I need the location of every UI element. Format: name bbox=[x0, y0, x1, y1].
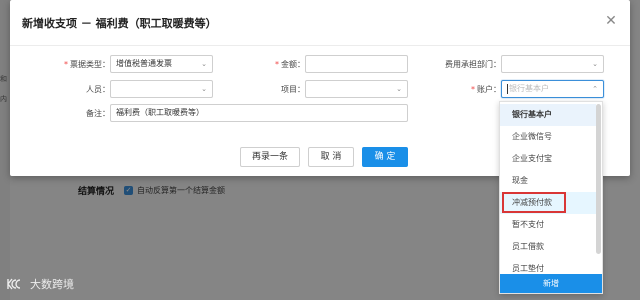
cancel-button[interactable]: 取 消 bbox=[308, 147, 354, 167]
confirm-button[interactable]: 确 定 bbox=[362, 147, 408, 167]
account-label: * 账户： bbox=[471, 85, 501, 94]
invoice-type-select[interactable]: 增值税普通发票 ⌄ bbox=[110, 55, 213, 73]
dropdown-scrollbar[interactable] bbox=[596, 104, 601, 254]
dialog-title: 新增收支项 － 福利费（职工取暖费等） bbox=[22, 17, 217, 30]
watermark: 大数跨境 bbox=[6, 276, 74, 292]
record-another-button[interactable]: 再录一条 bbox=[240, 147, 300, 167]
person-select[interactable]: ⌄ bbox=[110, 80, 213, 98]
watermark-logo-icon bbox=[7, 278, 21, 290]
amount-label: * 金额： bbox=[275, 60, 305, 69]
dropdown-option[interactable]: 员工借款 bbox=[500, 236, 596, 258]
account-placeholder: 银行基本户 bbox=[509, 84, 549, 93]
dropdown-option[interactable]: 企业微信号 bbox=[500, 126, 596, 148]
chevron-down-icon: ⌄ bbox=[201, 60, 207, 68]
project-label: 项目： bbox=[281, 85, 305, 94]
annotation-highlight-box bbox=[502, 192, 566, 213]
add-account-button[interactable]: 新增 bbox=[500, 274, 602, 293]
dropdown-option[interactable]: 现金 bbox=[500, 170, 596, 192]
chevron-down-icon: ⌄ bbox=[396, 85, 402, 93]
chevron-down-icon: ⌄ bbox=[201, 85, 207, 93]
dialog-header: 新增收支项 － 福利费（职工取暖费等） ✕ bbox=[10, 0, 630, 46]
remark-label: 备注： bbox=[86, 109, 110, 118]
chevron-up-icon: ⌃ bbox=[592, 85, 598, 93]
remark-input[interactable]: 福利费（职工取暖费等） bbox=[110, 104, 408, 122]
invoice-type-value: 增值税普通发票 bbox=[116, 59, 172, 68]
account-select[interactable]: 银行基本户 ⌃ bbox=[501, 80, 604, 98]
amount-input[interactable] bbox=[305, 55, 408, 73]
watermark-text: 大数跨境 bbox=[30, 278, 74, 291]
expense-dept-select[interactable]: ⌄ bbox=[501, 55, 604, 73]
project-select[interactable]: ⌄ bbox=[305, 80, 408, 98]
account-dropdown: 银行基本户 企业微信号 企业支付宝 现金 冲减预付款 暂不支付 员工借款 员工垫… bbox=[499, 101, 603, 294]
expense-dept-label: 费用承担部门： bbox=[445, 60, 501, 69]
text-cursor bbox=[507, 83, 508, 94]
invoice-type-label: * 票据类型： bbox=[64, 60, 110, 69]
dropdown-option[interactable]: 企业支付宝 bbox=[500, 148, 596, 170]
chevron-down-icon: ⌄ bbox=[592, 60, 598, 68]
person-label: 人员： bbox=[86, 85, 110, 94]
dropdown-option[interactable]: 暂不支付 bbox=[500, 214, 596, 236]
close-icon[interactable]: ✕ bbox=[604, 14, 618, 28]
remark-value: 福利费（职工取暖费等） bbox=[116, 108, 204, 117]
dropdown-option[interactable]: 银行基本户 bbox=[500, 104, 596, 126]
